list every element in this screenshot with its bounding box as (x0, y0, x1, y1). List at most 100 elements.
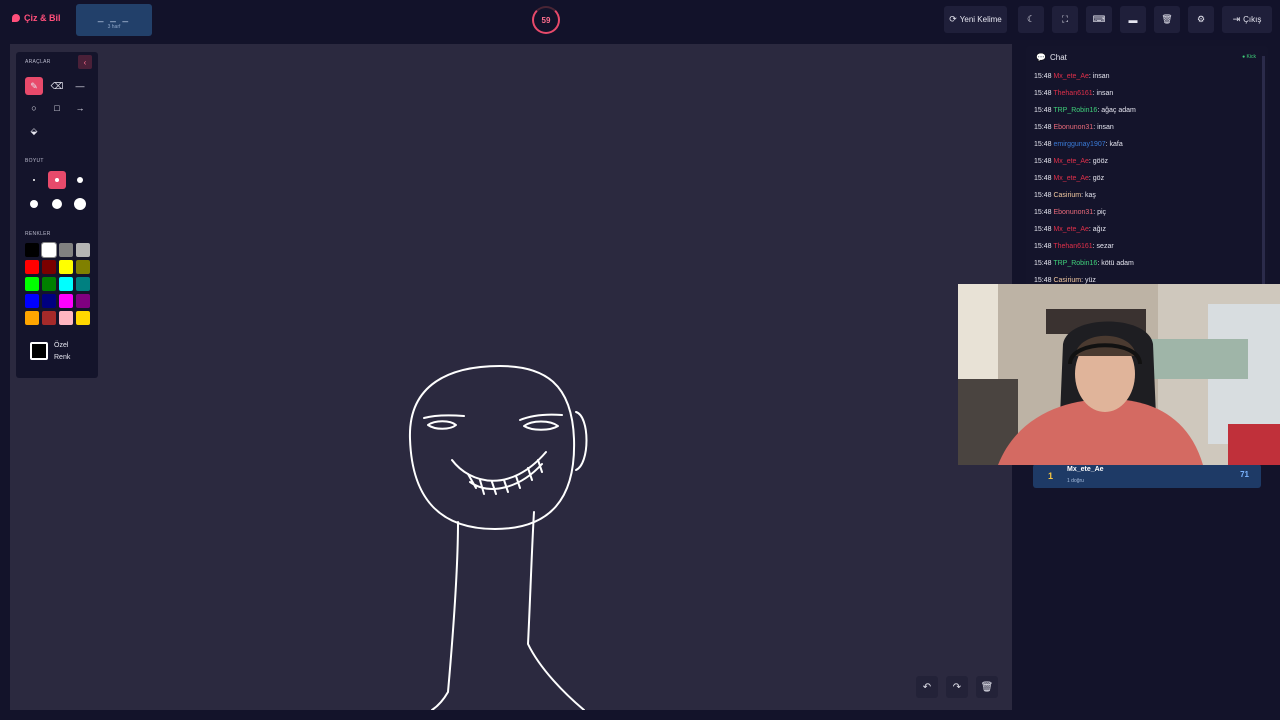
platform-name: Kick (1246, 54, 1256, 60)
size-dot (74, 198, 86, 210)
circle-tool[interactable]: ○ (25, 99, 43, 117)
color-swatch[interactable] (76, 294, 90, 308)
palette-icon (12, 14, 20, 22)
message-time: 15:48 (1034, 90, 1054, 97)
trash-icon: 🗑 (980, 681, 994, 693)
message-user[interactable]: emirggunay1907 (1053, 141, 1105, 148)
redo-button[interactable]: ↷ (946, 676, 968, 698)
message-user[interactable]: Mx_ete_Ae (1053, 73, 1088, 80)
message-time: 15:48 (1034, 107, 1054, 114)
chat-scrollbar[interactable] (1262, 56, 1265, 284)
color-swatch[interactable] (76, 243, 90, 257)
neck-left-stroke (431, 521, 459, 710)
chat-message: 15:48 Casirium: kaş (1034, 192, 1096, 199)
keyboard-button[interactable]: ⌨ (1086, 6, 1112, 33)
exit-label: Çıkış (1243, 15, 1262, 24)
color-swatch[interactable] (42, 294, 56, 308)
app-logo: Çiz & Bil (12, 13, 61, 23)
new-word-button[interactable]: ⟳ Yeni Kelime (944, 6, 1007, 33)
message-user[interactable]: Mx_ete_Ae (1053, 175, 1088, 182)
color-swatch[interactable] (76, 277, 90, 291)
size-xs[interactable] (25, 171, 43, 189)
chat-message: 15:48 TRP_Robin16: kötü adam (1034, 260, 1134, 267)
color-swatch[interactable] (42, 260, 56, 274)
collapse-panel-button[interactable]: ‹ (78, 55, 92, 69)
message-user[interactable]: Ebonunon31 (1053, 124, 1093, 131)
mouth-stroke (451, 451, 547, 482)
size-l[interactable] (25, 195, 43, 213)
size-xxl[interactable] (71, 195, 89, 213)
chat-message: 15:48 emirggunay1907: kafa (1034, 141, 1123, 148)
chat-message: 15:48 Mx_ete_Ae: insan (1034, 73, 1110, 80)
color-swatch[interactable] (59, 294, 73, 308)
message-user[interactable]: Casirium (1053, 192, 1081, 199)
color-swatch[interactable] (59, 260, 73, 274)
exit-button[interactable]: ⇥ Çıkış (1222, 6, 1272, 33)
eraser-tool[interactable]: ⌫ (48, 77, 66, 95)
message-user[interactable]: Thehan6161 (1053, 90, 1092, 97)
fill-tool[interactable]: ⬙ (25, 122, 43, 140)
logout-icon: ⇥ (1232, 14, 1241, 24)
message-user[interactable]: TRP_Robin16 (1053, 107, 1097, 114)
chat-message: 15:48 Casirium: yüz (1034, 277, 1096, 284)
window-button[interactable]: ▬ (1120, 6, 1146, 33)
rectangle-tool[interactable]: □ (48, 99, 66, 117)
arrow-right-icon: → (75, 103, 85, 113)
size-dot (33, 179, 35, 181)
square-icon: □ (54, 103, 60, 113)
line-tool[interactable]: — (71, 77, 89, 95)
color-swatch[interactable] (59, 311, 73, 325)
circle-icon: ○ (31, 103, 37, 113)
color-swatch[interactable] (76, 311, 90, 325)
color-swatch[interactable] (25, 294, 39, 308)
message-user[interactable]: Mx_ete_Ae (1053, 158, 1088, 165)
color-swatch[interactable] (59, 243, 73, 257)
redo-icon: ↷ (952, 681, 962, 693)
round-timer: 59 (532, 6, 560, 34)
settings-button[interactable]: ⚙ (1188, 6, 1214, 33)
trash-icon: 🗑 (1161, 14, 1173, 24)
line-icon: — (75, 81, 85, 91)
message-user[interactable]: Ebonunon31 (1053, 209, 1093, 216)
left-eye-stroke (427, 420, 457, 430)
pencil-icon: ✎ (30, 80, 38, 91)
message-time: 15:48 (1034, 243, 1054, 250)
message-time: 15:48 (1034, 209, 1054, 216)
delete-button[interactable]: 🗑 (1154, 6, 1180, 33)
clear-canvas-button[interactable]: 🗑 (976, 676, 998, 698)
arrow-tool[interactable]: → (71, 99, 89, 117)
chat-message: 15:48 Ebonunon31: piç (1034, 209, 1106, 216)
player-rank: 1 (1048, 471, 1054, 481)
undo-button[interactable]: ↶ (916, 676, 938, 698)
color-swatch[interactable] (25, 243, 39, 257)
size-s[interactable] (48, 171, 66, 189)
word-blanks: _ _ _ (97, 12, 131, 23)
left-brow-stroke (423, 414, 465, 419)
custom-color-button[interactable] (30, 342, 48, 360)
color-swatch[interactable] (42, 311, 56, 325)
custom-color-label: Özel Renk (54, 340, 70, 364)
color-swatch[interactable] (25, 311, 39, 325)
message-user[interactable]: Mx_ete_Ae (1053, 226, 1088, 233)
word-hint-box: _ _ _ 3 harf (76, 4, 152, 36)
fullscreen-button[interactable]: ⛶ (1052, 6, 1078, 33)
color-swatch[interactable] (41, 242, 57, 258)
message-user[interactable]: Casirium (1053, 277, 1081, 284)
pen-tool[interactable]: ✎ (25, 77, 43, 95)
message-user[interactable]: TRP_Robin16 (1053, 260, 1097, 267)
color-swatch[interactable] (25, 277, 39, 291)
message-text: : kafa (1105, 141, 1123, 148)
color-swatch[interactable] (25, 260, 39, 274)
size-m[interactable] (71, 171, 89, 189)
color-swatch[interactable] (42, 277, 56, 291)
message-text: : ağız (1088, 226, 1107, 233)
color-swatch[interactable] (76, 260, 90, 274)
refresh-icon: ⟳ (949, 14, 957, 24)
theme-toggle-button[interactable]: ☾ (1018, 6, 1044, 33)
message-user[interactable]: Thehan6161 (1053, 243, 1092, 250)
message-time: 15:48 (1034, 277, 1054, 284)
size-xl[interactable] (48, 195, 66, 213)
color-swatch[interactable] (59, 277, 73, 291)
eraser-icon: ⌫ (50, 80, 64, 91)
top-bar: Çiz & Bil _ _ _ 3 harf 59 ⟳ Yeni Kelime … (0, 0, 1280, 40)
